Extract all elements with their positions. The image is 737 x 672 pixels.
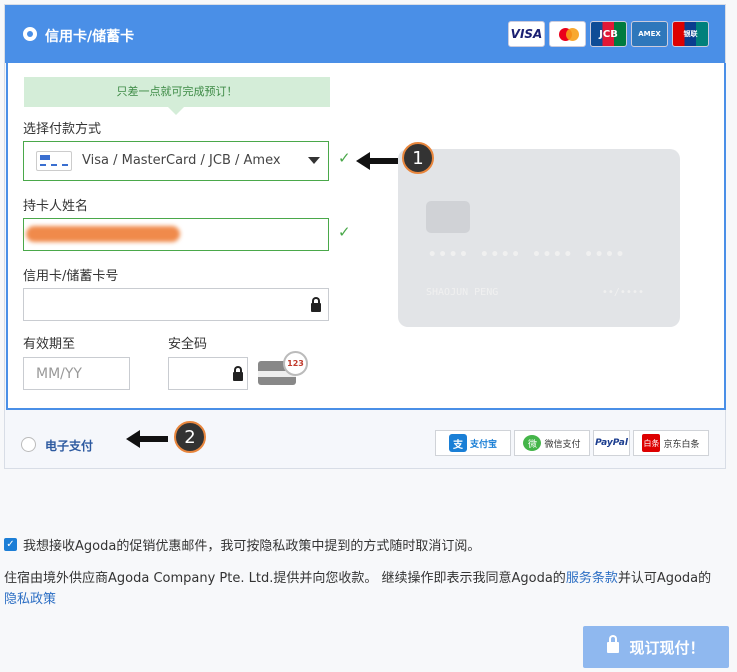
epay-radio[interactable] bbox=[21, 437, 36, 452]
cardholder-name-input[interactable] bbox=[23, 218, 329, 251]
card-number-label: 信用卡/储蓄卡号 bbox=[23, 269, 119, 284]
chevron-down-icon bbox=[308, 157, 320, 164]
lock-icon bbox=[233, 366, 243, 381]
wechat-pay-logo: 微微信支付 bbox=[514, 430, 590, 456]
expiry-input[interactable]: MM/YY bbox=[23, 357, 130, 390]
jcb-logo: JCB bbox=[590, 21, 627, 47]
mastercard-logo bbox=[549, 21, 586, 47]
unionpay-logo: 银联 bbox=[672, 21, 709, 47]
jd-baitiao-logo: 白条 京东白条 bbox=[633, 430, 709, 456]
paypal-logo: PayPal bbox=[593, 430, 630, 456]
lock-icon bbox=[311, 297, 321, 312]
callout-badge-1: 1 bbox=[402, 142, 434, 174]
marketing-consent[interactable]: ✓ 我想接收Agoda的促销优惠邮件，我可按隐私政策中提到的方式随时取消订阅。 bbox=[4, 535, 480, 554]
book-now-button[interactable]: 现订现付！ bbox=[583, 626, 729, 668]
holder-label: 持卡人姓名 bbox=[23, 199, 89, 214]
cvv-hint-icon: 123 bbox=[258, 351, 308, 385]
preview-holder: SHAOJUN PENG bbox=[426, 287, 499, 298]
redacted-name bbox=[26, 226, 180, 242]
method-label: 选择付款方式 bbox=[23, 122, 102, 137]
terms-of-service-link[interactable]: 服务条款 bbox=[566, 571, 618, 586]
alipay-logo: 支支付宝 bbox=[435, 430, 511, 456]
payment-method-value: Visa / MasterCard / JCB / Amex bbox=[82, 153, 281, 168]
lock-icon bbox=[607, 634, 620, 653]
wallet-logos: 支支付宝 微微信支付 PayPal 白条 京东白条 bbox=[435, 430, 709, 456]
payment-panel: 信用卡/储蓄卡 VISA JCB AMEX 银联 只差一点就可完成预订！ 选择付… bbox=[4, 4, 726, 469]
callout-arrow-1 bbox=[356, 152, 400, 170]
card-payment-title: 信用卡/储蓄卡 bbox=[45, 29, 135, 45]
card-payment-radio[interactable] bbox=[23, 27, 37, 41]
preview-expiry: ••/•••• bbox=[601, 287, 644, 298]
callout-badge-2: 2 bbox=[174, 421, 206, 453]
epay-title: 电子支付 bbox=[45, 439, 94, 453]
card-payment-header[interactable]: 信用卡/储蓄卡 VISA JCB AMEX 银联 bbox=[5, 5, 725, 63]
privacy-policy-link[interactable]: 隐私政策 bbox=[4, 592, 56, 607]
epay-section[interactable]: 电子支付 支支付宝 微微信支付 PayPal 白条 京东白条 bbox=[5, 410, 725, 468]
amex-logo: AMEX bbox=[631, 21, 668, 47]
tip-banner: 只差一点就可完成预订！ bbox=[24, 77, 330, 115]
expiry-label: 有效期至 bbox=[23, 337, 76, 352]
card-logos: VISA JCB AMEX 银联 bbox=[508, 21, 709, 47]
chip-icon bbox=[426, 201, 470, 233]
card-form: 只差一点就可完成预订！ 选择付款方式 Visa / MasterCard / J… bbox=[6, 63, 726, 410]
preview-card-number: •••• •••• •••• •••• bbox=[428, 247, 627, 263]
card-number-input[interactable] bbox=[23, 288, 329, 321]
visa-logo: VISA bbox=[508, 21, 545, 47]
consent-text: 我想接收Agoda的促销优惠邮件，我可按隐私政策中提到的方式随时取消订阅。 bbox=[23, 539, 481, 554]
card-preview: •••• •••• •••• •••• SHAOJUN PENG ••/•••• bbox=[398, 149, 680, 327]
payment-method-select[interactable]: Visa / MasterCard / JCB / Amex bbox=[23, 141, 329, 181]
cvv-input[interactable] bbox=[168, 357, 248, 390]
callout-arrow-2 bbox=[126, 430, 170, 448]
valid-check-icon: ✓ bbox=[338, 223, 351, 241]
valid-check-icon: ✓ bbox=[338, 149, 351, 167]
consent-checkbox[interactable]: ✓ bbox=[4, 538, 17, 551]
terms-text: 住宿由境外供应商Agoda Company Pte. Ltd.提供并向您收款。 … bbox=[4, 571, 712, 607]
credit-card-icon bbox=[36, 151, 72, 171]
expiry-placeholder: MM/YY bbox=[36, 366, 82, 382]
cvv-label: 安全码 bbox=[168, 337, 208, 352]
